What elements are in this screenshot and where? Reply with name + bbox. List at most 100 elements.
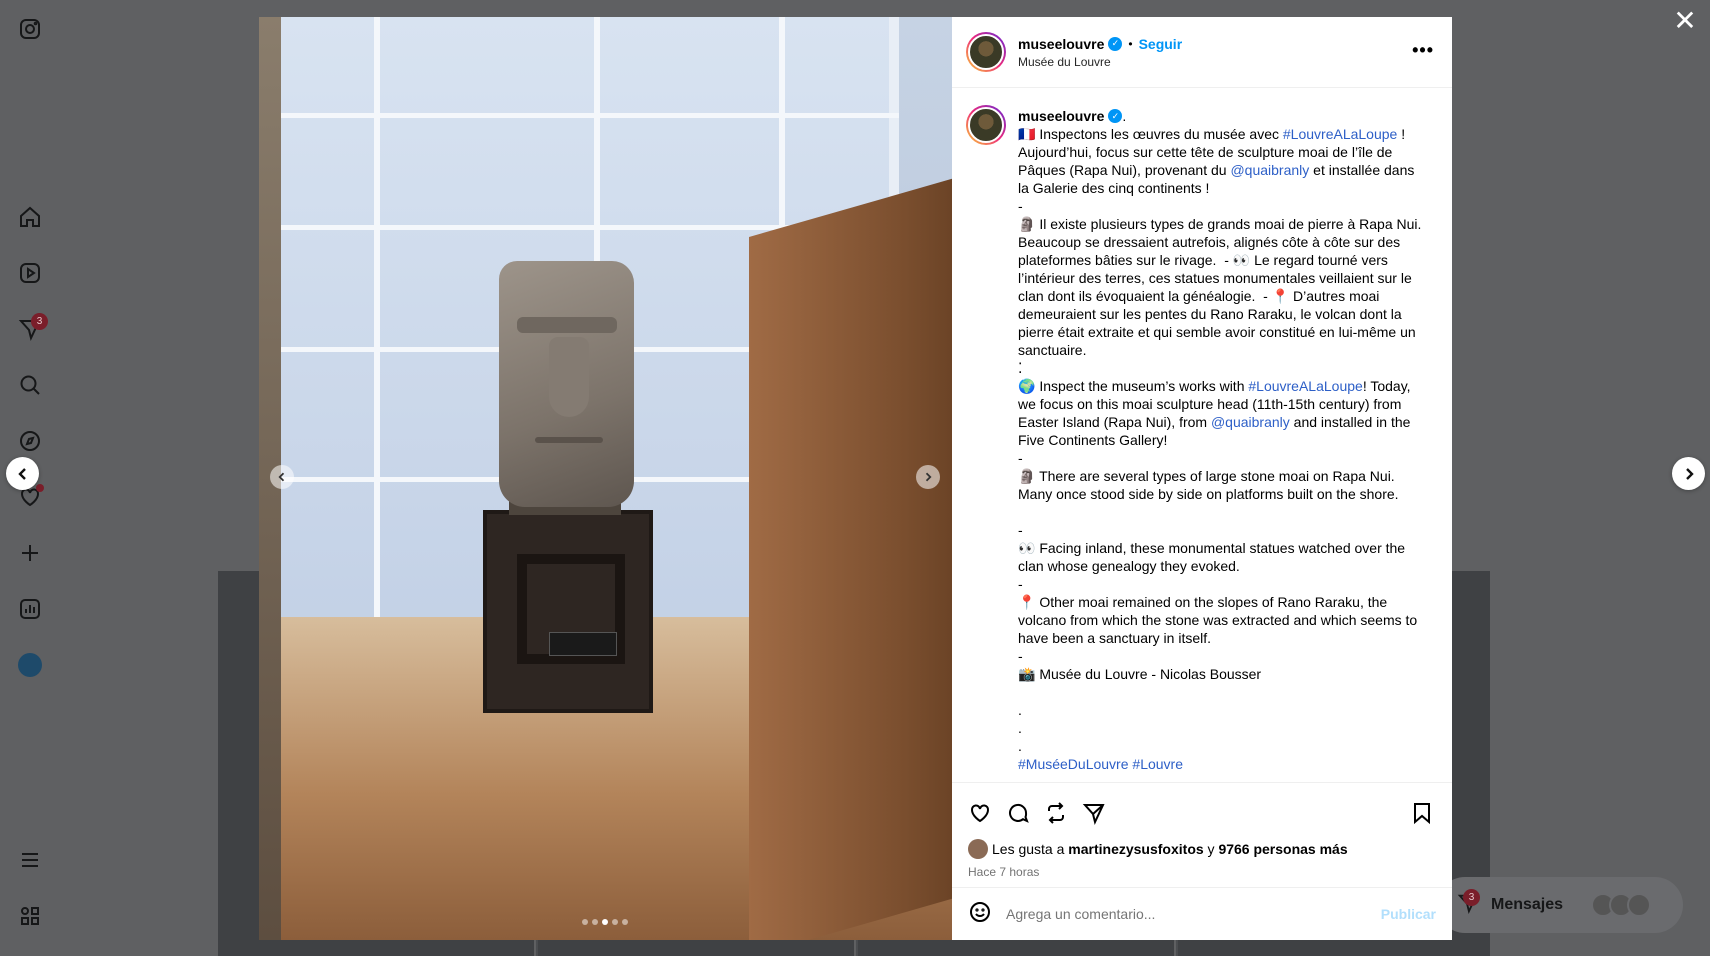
caption-text-segment: 📸 Musée du Louvre - Nicolas Bousser bbox=[1018, 666, 1262, 682]
share-button[interactable] bbox=[1082, 801, 1106, 825]
separator-dot: • bbox=[1128, 36, 1133, 51]
more-apps-icon[interactable] bbox=[15, 901, 45, 931]
author-avatar[interactable] bbox=[966, 32, 1006, 72]
follow-button[interactable]: Seguir bbox=[1139, 36, 1183, 52]
carousel-dot bbox=[612, 919, 618, 925]
caption-text-segment: 🌍 Inspect the museum’s works with bbox=[1018, 378, 1249, 394]
chevron-right-icon bbox=[1685, 467, 1694, 480]
instagram-logo-icon[interactable] bbox=[15, 14, 45, 44]
likes-count[interactable]: 9766 personas más bbox=[1218, 841, 1347, 857]
search-icon[interactable] bbox=[15, 370, 45, 400]
caption-body: museelouvre ✓ . 🇫🇷 Inspectons les œuvres… bbox=[1018, 105, 1422, 783]
messages-badge: 3 bbox=[1463, 889, 1480, 906]
reels-icon[interactable] bbox=[15, 258, 45, 288]
caption-text-segment bbox=[1018, 684, 1022, 700]
caption-paragraph: 🌍 Inspect the museum’s works with #Louvr… bbox=[1018, 377, 1422, 449]
caption-text-segment: . bbox=[1018, 702, 1022, 718]
hashtag-link[interactable]: #Louvre bbox=[1132, 756, 1183, 772]
comment-button[interactable] bbox=[1006, 801, 1030, 825]
caption-paragraph: 📍 Other moai remained on the slopes of R… bbox=[1018, 593, 1422, 647]
caption-text-segment: 👀 Facing inland, these monumental statue… bbox=[1018, 540, 1409, 574]
caption-paragraph: - bbox=[1018, 521, 1422, 539]
chevron-left-icon bbox=[17, 467, 26, 480]
carousel-prev-button[interactable] bbox=[270, 465, 294, 489]
more-options-button[interactable]: ••• bbox=[1412, 41, 1434, 59]
liker-username[interactable]: martinezysusfoxitos bbox=[1068, 841, 1203, 857]
messages-button[interactable]: 3 Mensajes bbox=[1437, 877, 1683, 933]
caption-paragraph: 🗿 Il existe plusieurs types de grands mo… bbox=[1018, 215, 1422, 359]
caption-text-segment: 🗿 Il existe plusieurs types de grands mo… bbox=[1018, 216, 1426, 358]
caption-paragraph: #MuséeDuLouvre #Louvre bbox=[1018, 755, 1422, 773]
moai-brow bbox=[517, 317, 617, 333]
menu-icon[interactable] bbox=[15, 845, 45, 875]
likes-summary: Les gusta a martinezysusfoxitos y 9766 p… bbox=[952, 839, 1452, 859]
photo-partition bbox=[749, 162, 952, 940]
caption-paragraph: . bbox=[1018, 701, 1422, 719]
profile-avatar[interactable] bbox=[18, 653, 42, 677]
caption-text-segment: - bbox=[1018, 576, 1023, 592]
caption-text-segment: 📍 Other moai remained on the slopes of R… bbox=[1018, 594, 1422, 646]
heart-icon bbox=[971, 804, 989, 823]
comment-input[interactable] bbox=[1006, 906, 1381, 922]
post-timestamp[interactable]: Hace 7 horas bbox=[952, 865, 1452, 879]
emoji-button[interactable] bbox=[968, 900, 992, 929]
caption-paragraph: 🇫🇷 Inspectons les œuvres du musée avec #… bbox=[1018, 125, 1422, 197]
caption-paragraph bbox=[1018, 683, 1422, 701]
author-username[interactable]: museelouvre bbox=[1018, 36, 1104, 52]
notification-badge: 3 bbox=[31, 313, 48, 330]
caption-text-segment: 🇫🇷 Inspectons les œuvres du musée avec bbox=[1018, 126, 1283, 142]
post-modal: museelouvre ✓ • Seguir Musée du Louvre •… bbox=[259, 17, 1452, 940]
mention-link[interactable]: @quaibranly bbox=[1211, 414, 1290, 430]
caption-paragraph: ⁚ bbox=[1018, 359, 1422, 377]
photo-label-plaque bbox=[549, 632, 617, 656]
caption-text-segment: - bbox=[1018, 450, 1023, 466]
caption-paragraph: - bbox=[1018, 575, 1422, 593]
close-modal-button[interactable]: ✕ bbox=[1670, 6, 1700, 36]
home-icon[interactable] bbox=[15, 202, 45, 232]
previous-post-button[interactable] bbox=[6, 457, 39, 490]
post-location[interactable]: Musée du Louvre bbox=[1018, 55, 1182, 69]
chevron-right-icon bbox=[925, 472, 932, 482]
send-icon bbox=[1082, 804, 1105, 825]
save-button[interactable] bbox=[1410, 801, 1434, 825]
carousel-dot bbox=[582, 919, 588, 925]
caption-author-avatar[interactable] bbox=[966, 105, 1006, 145]
caption-paragraph: - bbox=[1018, 197, 1422, 215]
comment-bar: Publicar bbox=[952, 887, 1452, 940]
bookmark-icon bbox=[1414, 803, 1430, 825]
next-post-button[interactable] bbox=[1672, 457, 1705, 490]
photo-mullion bbox=[279, 113, 899, 118]
carousel-next-button[interactable] bbox=[916, 465, 940, 489]
hashtag-link[interactable]: #LouvreALaLoupe bbox=[1248, 378, 1362, 394]
caption-text-segment: - bbox=[1018, 522, 1023, 538]
explore-icon[interactable] bbox=[15, 426, 45, 456]
chevron-left-icon bbox=[278, 472, 285, 482]
repost-button[interactable] bbox=[1044, 801, 1068, 825]
insights-icon[interactable] bbox=[15, 594, 45, 624]
caption-text-segment: . bbox=[1018, 720, 1022, 736]
moai-nose bbox=[549, 337, 589, 417]
moai-mouth bbox=[535, 437, 603, 443]
likes-connector: y bbox=[1203, 841, 1219, 857]
carousel-dot bbox=[592, 919, 598, 925]
hashtag-link[interactable]: #LouvreALaLoupe bbox=[1283, 126, 1397, 142]
caption-paragraph: 📸 Musée du Louvre - Nicolas Bousser bbox=[1018, 665, 1422, 683]
caption-text-segment: ⁚ bbox=[1018, 360, 1023, 376]
publish-button[interactable]: Publicar bbox=[1381, 906, 1436, 922]
create-plus-icon[interactable] bbox=[15, 538, 45, 568]
carousel-dot bbox=[602, 919, 608, 925]
mention-link[interactable]: @quaibranly bbox=[1230, 162, 1309, 178]
hashtag-link[interactable]: #MuséeDuLouvre bbox=[1018, 756, 1129, 772]
repost-icon bbox=[1048, 802, 1064, 824]
likes-prefix: Les gusta a bbox=[992, 841, 1065, 857]
caption-area: museelouvre ✓ . 🇫🇷 Inspectons les œuvres… bbox=[952, 89, 1452, 783]
post-side-panel: museelouvre ✓ • Seguir Musée du Louvre •… bbox=[952, 17, 1452, 940]
liker-avatar[interactable] bbox=[968, 839, 988, 859]
caption-text-segment: 🗿 There are several types of large stone… bbox=[1018, 468, 1399, 502]
post-media[interactable] bbox=[259, 17, 952, 940]
caption-text-segment: - bbox=[1018, 198, 1023, 214]
caption-username[interactable]: museelouvre bbox=[1018, 107, 1104, 125]
caption-text-segment bbox=[1018, 504, 1022, 520]
caption-paragraph: - bbox=[1018, 449, 1422, 467]
like-button[interactable] bbox=[968, 801, 992, 825]
